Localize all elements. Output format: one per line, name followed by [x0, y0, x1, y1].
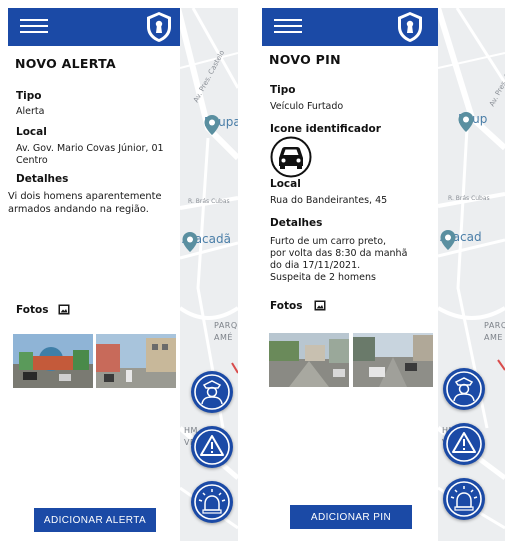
photo-thumbnail[interactable] [96, 334, 176, 388]
detalhes-line3[interactable]: do dia 17/11/2021. [270, 260, 360, 272]
tipo-label: Tipo [16, 90, 42, 102]
detalhes-line1[interactable]: Furto de um carro preto, [270, 236, 386, 248]
car-icon[interactable] [270, 136, 312, 178]
local-value[interactable]: Rua do Bandeirantes, 45 [270, 195, 387, 207]
hamburger-icon[interactable] [20, 19, 48, 35]
app-header [8, 8, 180, 46]
map-poi-poupa[interactable]: Poup [458, 112, 487, 132]
adicionar-pin-button[interactable]: ADICIONAR PIN [290, 505, 412, 529]
map-area-label: PARQ [484, 321, 505, 330]
siren-fab[interactable] [443, 478, 485, 520]
fotos-label: Fotos [16, 304, 49, 316]
local-value-line2[interactable]: Centro [16, 155, 48, 167]
map-pin-icon [204, 115, 220, 135]
map-area-label: AME [484, 333, 503, 342]
page-title: NOVO PIN [269, 52, 341, 67]
detalhes-label: Detalhes [270, 217, 323, 229]
tipo-label: Tipo [270, 84, 296, 96]
detalhes-line2[interactable]: por volta das 8:30 da manhã [270, 248, 407, 260]
detalhes-line4[interactable]: Suspeita de 2 homens [270, 272, 376, 284]
tipo-value[interactable]: Veículo Furtado [270, 101, 343, 113]
fotos-label: Fotos [270, 300, 303, 312]
local-label: Local [16, 126, 47, 138]
shield-keyhole-icon[interactable] [145, 11, 173, 43]
detalhes-line2[interactable]: armados andando na região. [8, 204, 149, 216]
siren-icon [446, 481, 482, 517]
warning-triangle-icon [194, 429, 230, 465]
page-title: NOVO ALERTA [15, 56, 116, 71]
map-poi-poupa[interactable]: Poupa [204, 115, 238, 135]
icone-identificador-label: Icone identificador [270, 123, 381, 135]
tipo-value[interactable]: Alerta [16, 106, 44, 118]
map-poi-atacadao[interactable]: Atacad [440, 230, 482, 250]
siren-icon [194, 484, 230, 520]
map-area-label: AMÉ [214, 333, 233, 342]
alert-fab[interactable] [443, 423, 485, 465]
hamburger-icon[interactable] [274, 19, 302, 35]
police-officer-icon [194, 374, 230, 410]
local-value-line1[interactable]: Av. Gov. Mario Covas Júnior, 01 [16, 143, 164, 155]
screen-novo-pin: Av. Pres. Castelo R. Brás Cubas Poup Ata… [262, 8, 505, 541]
detalhes-label: Detalhes [16, 173, 69, 185]
map-road-label: R. Brás Cubas [448, 195, 490, 202]
novo-pin-panel: NOVO PIN Tipo Veículo Furtado Icone iden… [262, 8, 438, 541]
screen-novo-alerta: Av. Pres. Castelo R. Brás Cubas Poupa At… [8, 8, 238, 541]
local-label: Local [270, 178, 301, 190]
warning-triangle-icon [446, 426, 482, 462]
app-header [262, 8, 438, 46]
adicionar-alerta-button[interactable]: ADICIONAR ALERTA [34, 508, 156, 532]
police-fab[interactable] [443, 368, 485, 410]
police-officer-icon [446, 371, 482, 407]
police-fab[interactable] [191, 371, 233, 413]
novo-alerta-panel: NOVO ALERTA Tipo Alerta Local Av. Gov. M… [8, 8, 180, 541]
detalhes-line1[interactable]: Vi dois homens aparentemente [8, 191, 161, 203]
alert-fab[interactable] [191, 426, 233, 468]
shield-keyhole-icon[interactable] [396, 11, 424, 43]
siren-fab[interactable] [191, 481, 233, 523]
map-pin-icon [458, 112, 474, 132]
map-area-label: PARQ [214, 321, 238, 330]
image-icon[interactable] [314, 300, 326, 311]
map-pin-icon [440, 230, 456, 250]
image-icon[interactable] [58, 304, 70, 315]
map-poi-atacadao[interactable]: Atacadã [182, 232, 231, 252]
photo-thumbnail[interactable] [269, 333, 349, 387]
photo-thumbnail[interactable] [13, 334, 93, 388]
map-road-label: R. Brás Cubas [188, 198, 230, 205]
photo-thumbnail[interactable] [353, 333, 433, 387]
map-pin-icon [182, 232, 198, 252]
